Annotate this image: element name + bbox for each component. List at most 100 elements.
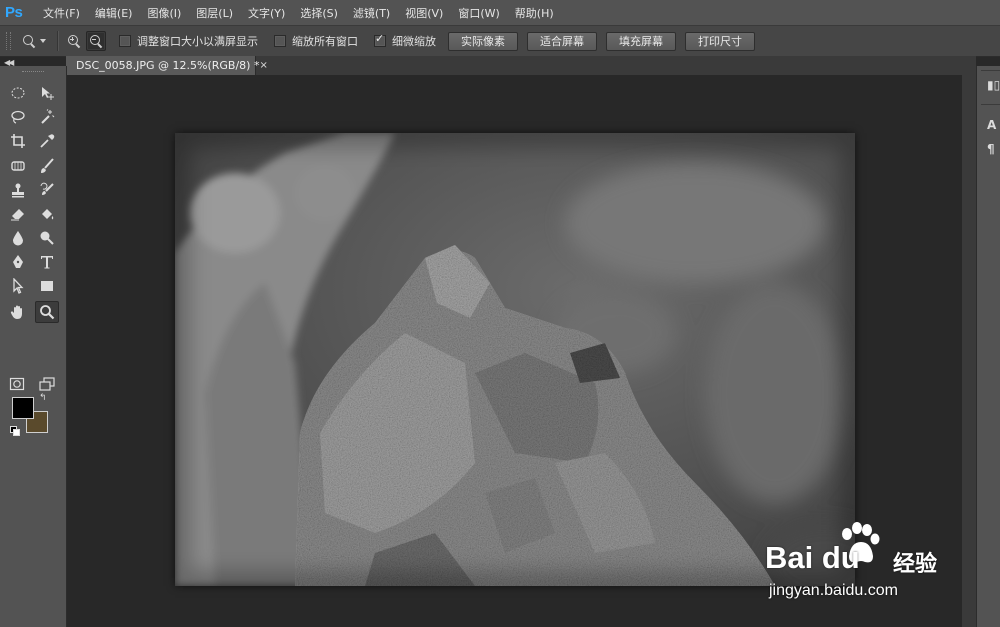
menu-select[interactable]: 选择(S) xyxy=(300,5,338,21)
history-brush-tool[interactable] xyxy=(36,180,58,200)
move-icon xyxy=(42,87,54,100)
checkbox-box[interactable] xyxy=(274,35,286,47)
fill-screen-button[interactable]: 填充屏幕 xyxy=(606,31,676,51)
crop-tool[interactable] xyxy=(7,131,29,151)
zoom-out-button[interactable] xyxy=(86,31,106,51)
menu-file[interactable]: 文件(F) xyxy=(43,5,80,21)
character-panel-icon[interactable]: A xyxy=(987,118,996,132)
watermark: Bai du 经验 jingyan.baidu.com xyxy=(765,518,955,608)
type-icon xyxy=(41,256,53,269)
hand-tool[interactable] xyxy=(7,302,29,322)
options-grip[interactable] xyxy=(6,32,11,50)
watermark-url: jingyan.baidu.com xyxy=(769,582,898,599)
document-tab[interactable]: DSC_0058.JPG @ 12.5%(RGB/8) * × xyxy=(66,56,268,75)
brush-icon xyxy=(41,158,54,173)
crop-icon xyxy=(11,134,25,148)
resize-windows-label: 调整窗口大小以满屏显示 xyxy=(137,35,258,48)
print-size-button[interactable]: 打印尺寸 xyxy=(685,31,755,51)
foreground-color-swatch[interactable] xyxy=(12,397,34,419)
brush-tool[interactable] xyxy=(36,156,58,176)
document-tab-label: DSC_0058.JPG @ 12.5%(RGB/8) * xyxy=(76,59,260,72)
paragraph-panel-icon[interactable]: ¶ xyxy=(987,142,995,156)
marquee-tool[interactable] xyxy=(7,83,29,103)
watermark-brand: Bai du xyxy=(765,540,860,575)
pen-icon xyxy=(13,255,23,268)
zoom-in-icon xyxy=(68,35,81,49)
blur-drop-icon xyxy=(13,231,23,246)
paint-bucket-tool[interactable] xyxy=(36,204,58,224)
vertical-scrollbar[interactable] xyxy=(962,75,976,627)
menu-type[interactable]: 文字(Y) xyxy=(248,5,285,21)
toolbox-grip[interactable] xyxy=(22,71,44,74)
pen-tool[interactable] xyxy=(7,252,29,272)
healing-brush-icon xyxy=(11,161,25,171)
move-tool[interactable] xyxy=(36,83,58,103)
divider xyxy=(981,70,1000,71)
divider xyxy=(981,104,1000,105)
zoom-in-button[interactable] xyxy=(65,32,83,50)
right-panel-dock: ▮▯ A ¶ xyxy=(976,66,1000,627)
paint-bucket-icon xyxy=(42,209,54,220)
hand-icon xyxy=(10,305,22,319)
zoom-icon xyxy=(23,35,36,49)
menu-image[interactable]: 图像(I) xyxy=(147,5,181,21)
checkbox-box[interactable] xyxy=(119,35,131,47)
menu-layer[interactable]: 图层(L) xyxy=(196,5,233,21)
rock-photo xyxy=(175,133,855,586)
screen-mode-button[interactable] xyxy=(36,374,58,394)
zoom-all-windows-checkbox[interactable]: 缩放所有窗口 xyxy=(274,33,358,49)
healing-brush-tool[interactable] xyxy=(7,156,29,176)
elliptical-marquee-icon xyxy=(11,87,25,99)
divider xyxy=(57,31,58,51)
rectangle-tool[interactable] xyxy=(36,276,58,296)
menu-filter[interactable]: 滤镜(T) xyxy=(353,5,390,21)
lasso-tool[interactable] xyxy=(7,107,29,127)
dodge-tool[interactable] xyxy=(36,228,58,248)
zoom-icon xyxy=(40,305,55,320)
toolbox: ↰ xyxy=(0,66,67,627)
dodge-icon xyxy=(40,231,54,245)
scrubby-zoom-checkbox[interactable]: 细微缩放 xyxy=(374,32,436,49)
magic-wand-tool[interactable] xyxy=(36,107,58,127)
menu-window[interactable]: 窗口(W) xyxy=(458,5,499,21)
eraser-icon xyxy=(11,209,24,221)
eyedropper-tool[interactable] xyxy=(36,131,58,151)
menu-help[interactable]: 帮助(H) xyxy=(515,5,554,21)
lasso-icon xyxy=(11,110,25,124)
menu-edit[interactable]: 编辑(E) xyxy=(95,5,133,21)
document-tab-strip: DSC_0058.JPG @ 12.5%(RGB/8) * × xyxy=(66,56,976,75)
document-image[interactable] xyxy=(175,133,855,586)
scrubby-zoom-label: 细微缩放 xyxy=(392,35,436,48)
menu-bar: Ps 文件(F) 编辑(E) 图像(I) 图层(L) 文字(Y) 选择(S) 滤… xyxy=(0,0,1000,26)
actual-pixels-button[interactable]: 实际像素 xyxy=(448,31,518,51)
magic-wand-icon xyxy=(41,109,55,124)
eyedropper-icon xyxy=(40,134,55,148)
watermark-product: 经验 xyxy=(893,552,938,577)
zoom-out-icon xyxy=(90,35,103,49)
zoom-all-windows-label: 缩放所有窗口 xyxy=(292,35,358,48)
close-icon[interactable]: × xyxy=(259,60,267,71)
blur-tool[interactable] xyxy=(7,228,29,248)
fit-screen-button[interactable]: 适合屏幕 xyxy=(527,31,597,51)
chevron-down-icon xyxy=(40,39,46,43)
checkbox-box-checked[interactable] xyxy=(374,32,386,47)
history-brush-icon xyxy=(40,182,54,195)
clone-stamp-tool[interactable] xyxy=(7,180,29,200)
menu-view[interactable]: 视图(V) xyxy=(405,5,443,21)
path-selection-tool[interactable] xyxy=(7,276,29,296)
path-selection-icon xyxy=(13,278,24,294)
ps-logo: Ps xyxy=(5,3,23,21)
quick-mask-button[interactable] xyxy=(6,374,28,394)
resize-windows-checkbox[interactable]: 调整窗口大小以满屏显示 xyxy=(119,33,258,49)
rectangle-icon xyxy=(41,281,53,291)
type-tool[interactable] xyxy=(36,252,58,272)
histogram-panel-icon[interactable]: ▮▯ xyxy=(987,78,1000,92)
quick-mask-icon xyxy=(9,377,25,391)
default-colors-icon[interactable] xyxy=(10,426,20,436)
screen-mode-icon xyxy=(39,377,55,391)
eraser-tool[interactable] xyxy=(7,204,29,224)
clone-stamp-icon xyxy=(12,183,24,198)
swap-colors-icon[interactable]: ↰ xyxy=(39,393,47,403)
zoom-tool[interactable] xyxy=(35,301,59,323)
tool-preset-picker[interactable] xyxy=(23,35,46,49)
